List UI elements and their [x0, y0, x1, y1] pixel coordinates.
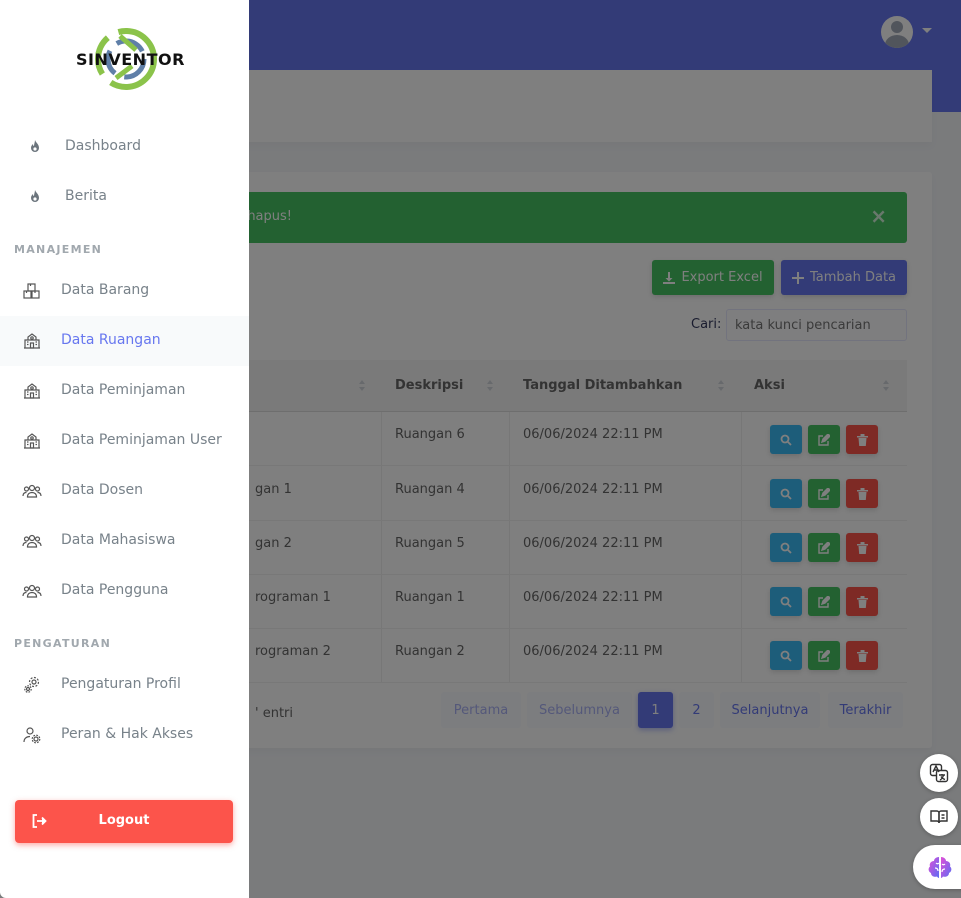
school-icon	[24, 433, 40, 449]
sidebar: SINVENTOR Dashboard Berita MANAJEMEN Dat…	[0, 0, 249, 898]
translate-icon	[929, 763, 949, 783]
translate-button[interactable]	[920, 754, 958, 792]
sidebar-item-berita[interactable]: Berita	[0, 172, 249, 222]
fire-icon	[31, 140, 39, 152]
users-icon	[22, 584, 42, 598]
logo-text: SINVENTOR	[76, 50, 185, 69]
school-icon	[24, 383, 40, 399]
school-icon	[24, 333, 40, 349]
sidebar-item-pengaturan-profil[interactable]: Pengaturan Profil	[0, 660, 249, 710]
ai-assistant-button[interactable]	[913, 845, 961, 889]
sidebar-item-dashboard[interactable]: Dashboard	[0, 122, 249, 172]
boxes-icon	[23, 283, 40, 299]
app-logo[interactable]: SINVENTOR	[76, 26, 185, 92]
sidebar-item-data-peminjaman[interactable]: Data Peminjaman	[0, 366, 249, 416]
reader-button[interactable]	[920, 798, 958, 836]
sidebar-item-data-barang[interactable]: Data Barang	[0, 266, 249, 316]
sidebar-item-data-pengguna[interactable]: Data Pengguna	[0, 566, 249, 616]
fire-icon	[31, 190, 39, 202]
menu-header-manajemen: MANAJEMEN	[14, 243, 103, 256]
sidebar-item-data-dosen[interactable]: Data Dosen	[0, 466, 249, 516]
brain-icon	[928, 857, 952, 878]
book-open-icon	[930, 810, 948, 824]
menu-header-pengaturan: PENGATURAN	[14, 637, 112, 650]
gears-icon	[24, 676, 40, 693]
sidebar-item-data-peminjaman-user[interactable]: Data Peminjaman User	[0, 416, 249, 466]
users-icon	[22, 534, 42, 548]
users-icon	[22, 484, 42, 498]
sidebar-item-peran-hak-akses[interactable]: Peran & Hak Akses	[0, 710, 249, 760]
logout-button[interactable]: Logout	[15, 800, 233, 843]
sidebar-item-data-ruangan[interactable]: Data Ruangan	[0, 316, 249, 366]
user-gear-icon	[23, 727, 41, 744]
sidebar-item-data-mahasiswa[interactable]: Data Mahasiswa	[0, 516, 249, 566]
